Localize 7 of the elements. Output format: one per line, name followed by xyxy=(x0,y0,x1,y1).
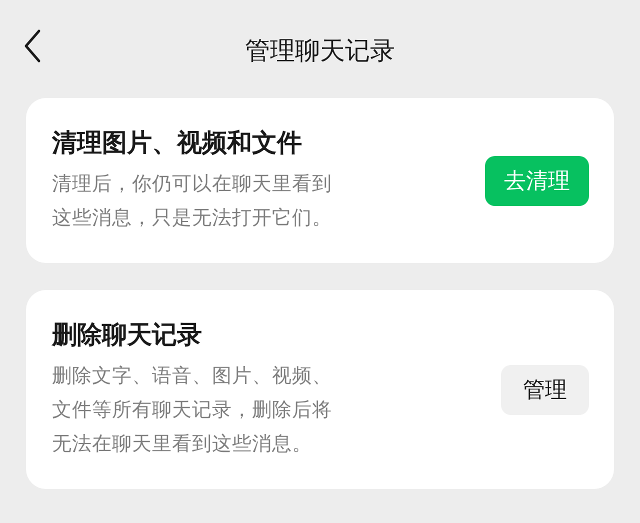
manage-button[interactable]: 管理 xyxy=(501,364,589,414)
card-description: 删除文字、语音、图片、视频、文件等所有聊天记录，删除后将无法在聊天里看到这些消息。 xyxy=(52,363,333,457)
card-title: 清理图片、视频和文件 xyxy=(52,127,303,159)
card-title: 删除聊天记录 xyxy=(52,319,203,351)
page-title: 管理聊天记录 xyxy=(245,34,395,66)
card-description: 清理后，你仍可以在聊天里看到这些消息，只是无法打开它们。 xyxy=(52,171,333,231)
back-icon[interactable] xyxy=(22,28,42,64)
